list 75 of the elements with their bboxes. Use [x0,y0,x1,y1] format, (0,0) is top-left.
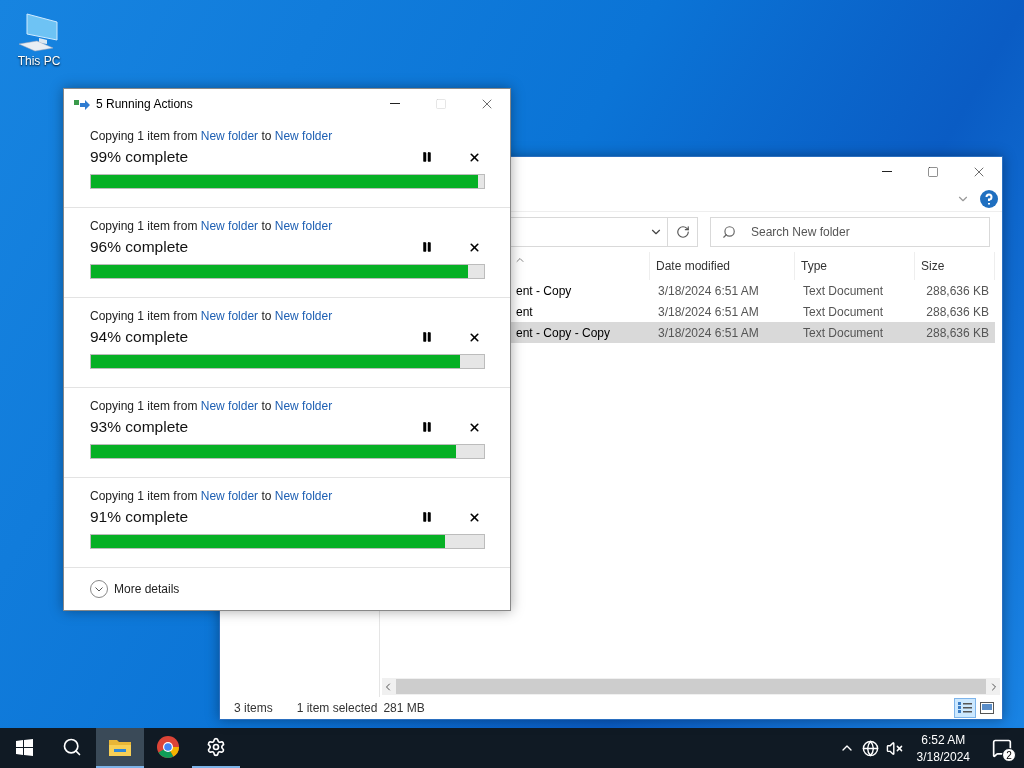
column-header[interactable]: Type [795,252,915,280]
type-cell: Text Document [795,322,915,343]
target-folder-link[interactable]: New folder [274,309,333,323]
copy-icon [74,97,90,110]
notifications-button[interactable]: 2 [980,728,1024,768]
thumbnails-view-icon [980,702,994,714]
copy-description: Copying 1 item from New folder to New folder [90,398,334,415]
type-cell-text: Text Document [802,303,885,321]
chrome-icon [156,735,180,759]
refresh-icon [675,225,690,239]
pause-icon [421,331,433,343]
source-folder-link[interactable]: New folder [200,309,259,323]
desktop-icon-label[interactable]: This PC [17,54,61,68]
item-count: 3 items [234,701,273,715]
pause-icon [421,151,433,163]
pause-icon [421,511,433,523]
date-cell-text: 3/18/2024 6:51 AM [657,303,760,321]
copy-description: Copying 1 item from New folder to New folder [90,308,334,325]
maximize-icon [927,165,939,178]
refresh-button[interactable] [668,217,698,247]
globe-icon [862,739,880,757]
target-folder-link[interactable]: New folder [274,489,333,503]
source-folder-link[interactable]: New folder [200,129,259,143]
pause-icon [421,421,433,433]
copy-description: Copying 1 item from New folder to New folder [90,218,334,235]
windows-logo-icon [15,738,33,756]
dialog-title: 5 Running Actions [96,96,194,111]
progress-status: 99% complete [90,148,190,166]
date-cell-text: 3/18/2024 6:51 AM [657,282,760,300]
source-folder-link[interactable]: New folder [200,219,259,233]
search-field[interactable]: Search New folder [710,217,990,247]
column-header[interactable]: Size [915,252,995,280]
cancel-icon [467,420,481,434]
selection-count: 1 item selected [296,701,378,715]
target-folder-link[interactable]: New folder [274,399,333,413]
computer-icon [17,10,61,52]
view-button[interactable] [954,698,976,718]
date-cell: 3/18/2024 6:51 AM [650,322,795,343]
cancel-icon [467,330,481,344]
progress-status: 96% complete [90,238,190,256]
help-icon[interactable] [980,189,998,208]
progress-status: 93% complete [90,418,190,436]
copy-description: Copying 1 item from New folder to New folder [90,128,334,145]
source-folder-link[interactable]: New folder [200,489,259,503]
cancel-icon [467,240,481,254]
folder-icon [108,737,132,757]
pause-icon [421,241,433,253]
minimize-icon [390,103,400,104]
details-view-icon [957,701,973,715]
target-folder-link[interactable]: New folder [274,129,333,143]
maximize-icon [435,97,447,110]
copy-description: Copying 1 item from New folder to New folder [90,488,334,505]
muted-speaker-icon [886,739,904,757]
size-cell-text: 288,636 KB [925,303,990,321]
type-cell-text: Text Document [802,282,885,300]
search-icon [62,737,82,757]
search-icon [722,225,736,239]
cancel-icon [467,510,481,524]
message-icon [992,738,1012,758]
size-cell-text: 288,636 KB [925,282,990,300]
minimize-icon [882,171,892,172]
clock[interactable]: 6:52 AM 3/18/2024 [906,732,980,764]
chevron-circle-icon [90,580,108,598]
progress-status: 91% complete [90,508,190,526]
source-folder-link[interactable]: New folder [200,399,259,413]
target-folder-link[interactable]: New folder [274,219,333,233]
progress-status: 94% complete [90,328,190,346]
size-cell: 288,636 KB [915,322,995,343]
settings-icon [206,737,226,757]
notification-count: 2 [1002,748,1016,762]
cancel-icon [467,150,481,164]
taskbar-app[interactable] [96,728,144,768]
column-header[interactable]: Date modified [650,252,795,280]
more-details-button[interactable]: More details [90,580,180,598]
selection-size: 281 MB [383,701,425,715]
